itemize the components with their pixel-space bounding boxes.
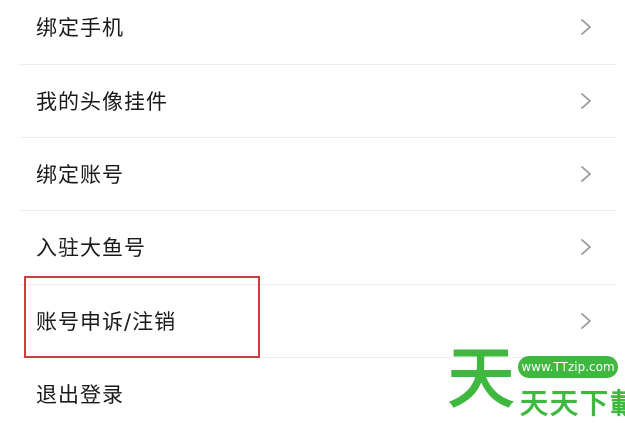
menu-item-avatar-pendant[interactable]: 我的头像挂件 bbox=[0, 64, 625, 137]
chevron-right-icon bbox=[581, 312, 591, 329]
watermark-text: 天天下載 bbox=[520, 387, 625, 420]
menu-item-join-dayu[interactable]: 入驻大鱼号 bbox=[0, 210, 625, 283]
menu-item-bind-phone[interactable]: 绑定手机 bbox=[0, 0, 625, 63]
watermark-url: www.TTzip.com bbox=[518, 356, 618, 378]
chevron-right-icon bbox=[581, 18, 591, 35]
menu-item-label: 账号申诉/注销 bbox=[36, 309, 177, 334]
menu-item-account-appeal-cancel[interactable]: 账号申诉/注销 bbox=[0, 284, 625, 357]
watermark-big-char: 天 bbox=[448, 340, 514, 417]
chevron-right-icon bbox=[581, 92, 591, 109]
watermark-logo: 天 www.TTzip.com 天天下載 bbox=[448, 346, 625, 421]
menu-item-label: 入驻大鱼号 bbox=[36, 235, 146, 260]
chevron-right-icon bbox=[581, 238, 591, 255]
menu-item-label: 绑定账号 bbox=[36, 162, 124, 187]
chevron-right-icon bbox=[581, 165, 591, 182]
menu-item-label: 退出登录 bbox=[36, 382, 124, 407]
menu-item-label: 绑定手机 bbox=[36, 15, 124, 40]
menu-item-label: 我的头像挂件 bbox=[36, 89, 168, 114]
settings-page: 绑定手机 我的头像挂件 绑定账号 入驻大鱼号 账号申诉/注销 退出登录 天 ww… bbox=[0, 0, 625, 423]
menu-item-bind-account[interactable]: 绑定账号 bbox=[0, 137, 625, 210]
